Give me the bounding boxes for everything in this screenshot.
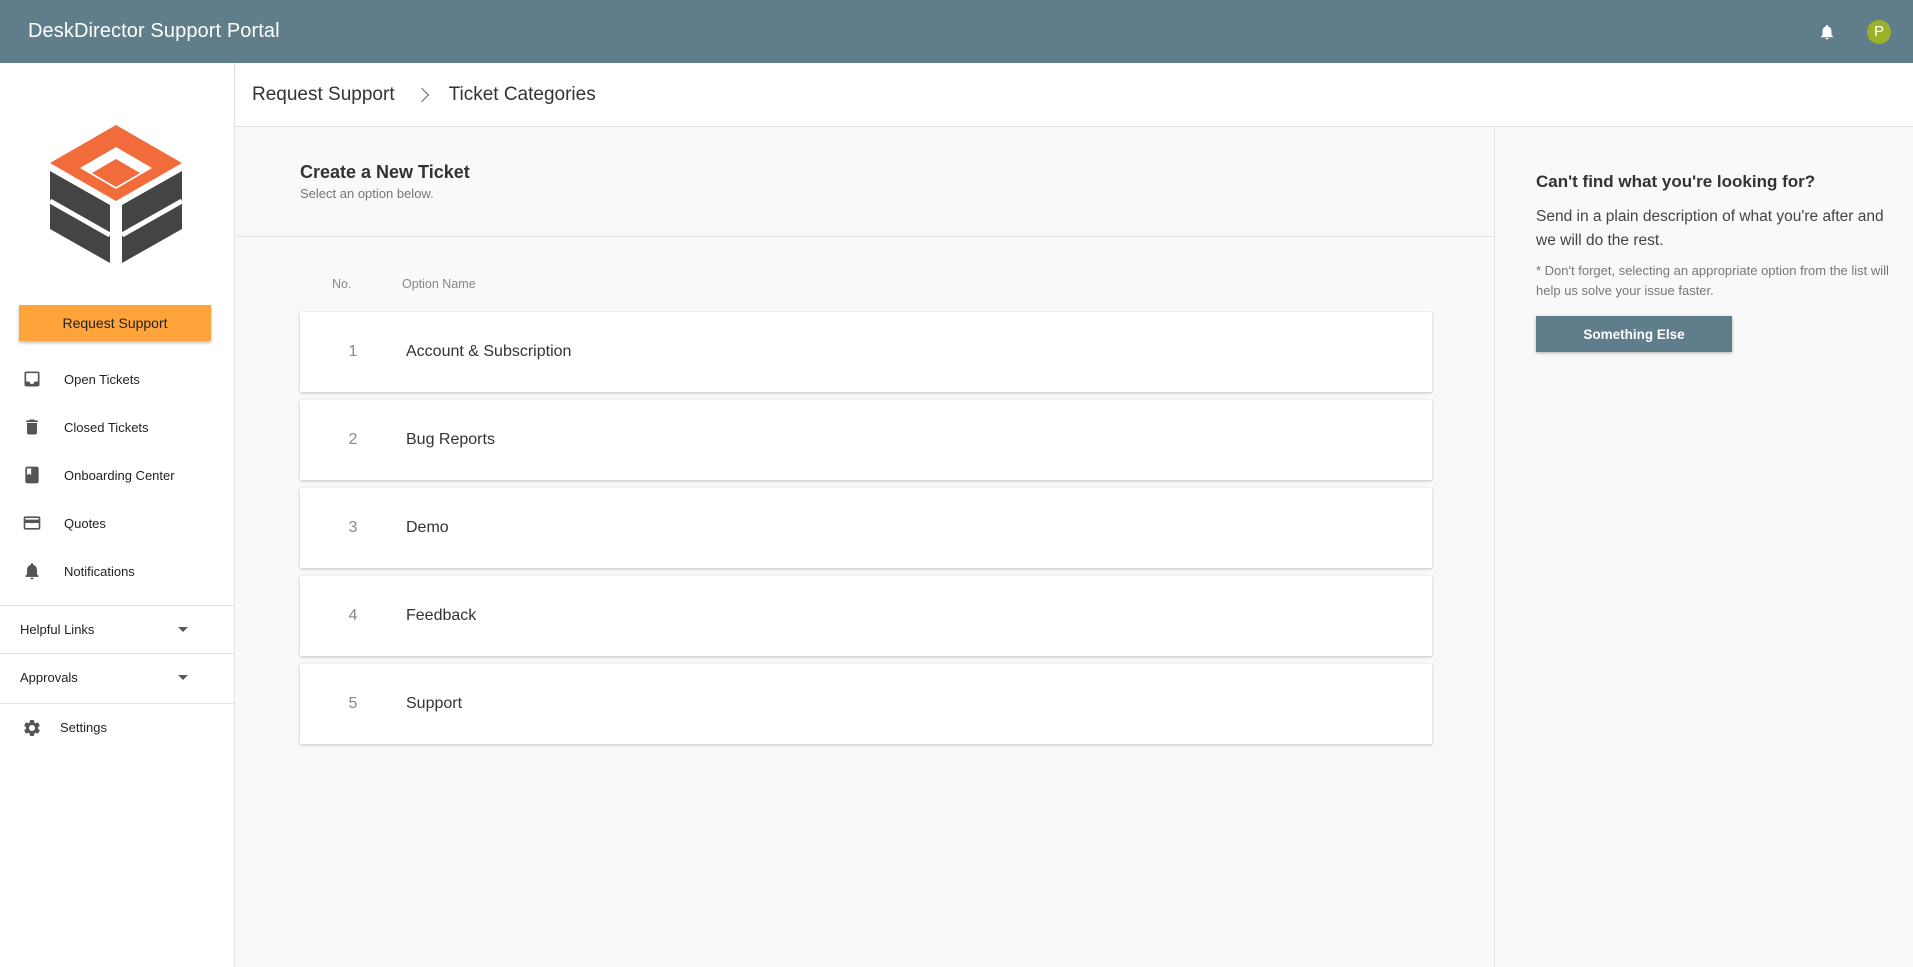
sidebar-item-onboarding-center[interactable]: Onboarding Center (0, 451, 234, 499)
sidebar-item-quotes[interactable]: Quotes (0, 499, 234, 547)
chevron-down-icon (178, 627, 188, 632)
inbox-icon (22, 369, 42, 389)
column-header-option-name: Option Name (402, 277, 476, 291)
chevron-down-icon (178, 675, 188, 680)
sidebar-item-label: Settings (60, 720, 107, 735)
approvals-expander[interactable]: Approvals (0, 653, 234, 701)
option-name: Demo (406, 519, 449, 536)
sidebar-item-closed-tickets[interactable]: Closed Tickets (0, 403, 234, 451)
sidebar-item-settings[interactable]: Settings (0, 703, 234, 751)
breadcrumb-ticket-categories: Ticket Categories (448, 83, 596, 105)
help-panel: Can't find what you're looking for? Send… (1496, 128, 1913, 967)
option-name: Feedback (406, 607, 477, 624)
option-name: Support (406, 695, 463, 712)
main-content: Create a New Ticket Select an option bel… (236, 128, 1495, 967)
something-else-button[interactable]: Something Else (1536, 316, 1732, 352)
help-panel-note: * Don't forget, selecting an appropriate… (1536, 263, 1889, 298)
deskdirector-logo[interactable] (48, 123, 184, 265)
sidebar-item-label: Open Tickets (64, 371, 140, 387)
top-app-bar: DeskDirector Support Portal P (0, 0, 1913, 63)
help-panel-title: Can't find what you're looking for? (1536, 172, 1816, 191)
breadcrumb: Request Support Ticket Categories (236, 63, 1913, 127)
option-name: Account & Subscription (406, 343, 572, 360)
column-header-no: No. (332, 277, 352, 291)
option-row-account-subscription[interactable]: 1 Account & Subscription (300, 312, 1432, 392)
sidebar: Request Support Open Tickets Closed Tick… (0, 63, 235, 967)
topbar-actions: P (1815, 0, 1891, 63)
option-row-demo[interactable]: 3 Demo (300, 488, 1432, 568)
trash-icon (22, 417, 42, 437)
help-panel-description: Send in a plain description of what you'… (1536, 208, 1884, 249)
option-number: 4 (348, 607, 358, 624)
sidebar-item-label: Closed Tickets (64, 419, 149, 435)
sidebar-item-label: Onboarding Center (64, 467, 175, 483)
credit-card-icon (22, 513, 42, 533)
option-row-feedback[interactable]: 4 Feedback (300, 576, 1432, 656)
helpful-links-expander[interactable]: Helpful Links (0, 605, 234, 653)
sidebar-item-label: Quotes (64, 515, 106, 531)
sidebar-nav: Open Tickets Closed Tickets Onboarding C… (0, 355, 234, 595)
approvals-label: Approvals (20, 670, 78, 685)
gear-icon (22, 718, 42, 738)
main-header: Create a New Ticket Select an option bel… (236, 128, 1495, 237)
option-number: 1 (348, 343, 358, 360)
option-row-support[interactable]: 5 Support (300, 664, 1432, 744)
page-subtitle: Select an option below. (300, 186, 434, 201)
option-name: Bug Reports (406, 431, 495, 448)
bell-icon[interactable] (1815, 20, 1839, 44)
chevron-right-icon (414, 87, 429, 102)
sidebar-item-open-tickets[interactable]: Open Tickets (0, 355, 234, 403)
option-list: 1 Account & Subscription 2 Bug Reports 3… (300, 312, 1432, 752)
helpful-links-label: Helpful Links (20, 622, 95, 637)
bell-icon (22, 561, 42, 581)
page-title: Create a New Ticket (300, 162, 470, 182)
option-row-bug-reports[interactable]: 2 Bug Reports (300, 400, 1432, 480)
option-number: 3 (348, 519, 358, 536)
avatar[interactable]: P (1867, 19, 1891, 44)
option-number: 2 (348, 431, 358, 448)
request-support-button[interactable]: Request Support (19, 305, 211, 341)
app-title: DeskDirector Support Portal (28, 20, 280, 42)
sidebar-item-label: Notifications (64, 563, 135, 579)
breadcrumb-request-support[interactable]: Request Support (252, 84, 395, 106)
book-icon (22, 465, 42, 485)
sidebar-item-notifications[interactable]: Notifications (0, 547, 234, 595)
option-number: 5 (348, 695, 358, 712)
